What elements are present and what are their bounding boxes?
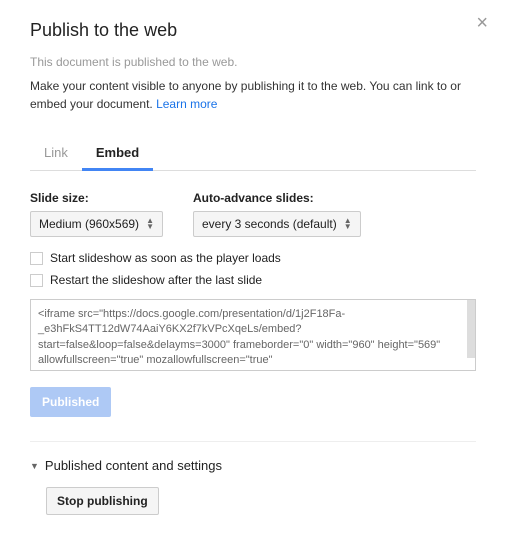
learn-more-link[interactable]: Learn more xyxy=(156,97,217,111)
expand-published-settings[interactable]: ▼ Published content and settings xyxy=(30,458,476,473)
slide-size-label: Slide size: xyxy=(30,191,163,205)
slide-size-value: Medium (960x569) xyxy=(39,217,139,231)
publish-dialog: × Publish to the web This document is pu… xyxy=(0,0,506,535)
checkbox-icon[interactable] xyxy=(30,274,43,287)
stepper-icon: ▲▼ xyxy=(344,218,352,230)
divider xyxy=(30,441,476,442)
auto-advance-value: every 3 seconds (default) xyxy=(202,217,337,231)
tab-link[interactable]: Link xyxy=(30,137,82,170)
embed-code-text: <iframe src="https://docs.google.com/pre… xyxy=(38,307,468,369)
checkbox-restart[interactable]: Restart the slideshow after the last sli… xyxy=(30,273,476,287)
slide-size-select[interactable]: Medium (960x569) ▲▼ xyxy=(30,211,163,237)
tab-embed[interactable]: Embed xyxy=(82,137,153,171)
dialog-subtitle: This document is published to the web. xyxy=(30,55,476,69)
slide-size-group: Slide size: Medium (960x569) ▲▼ xyxy=(30,191,163,237)
dialog-title: Publish to the web xyxy=(30,20,476,41)
description-text: Make your content visible to anyone by p… xyxy=(30,79,461,111)
close-icon[interactable]: × xyxy=(476,12,488,35)
tab-bar: Link Embed xyxy=(30,137,476,171)
chevron-down-icon: ▼ xyxy=(30,461,39,471)
checkbox-start-on-load[interactable]: Start slideshow as soon as the player lo… xyxy=(30,251,476,265)
expand-label: Published content and settings xyxy=(45,458,222,473)
stepper-icon: ▲▼ xyxy=(146,218,154,230)
auto-advance-group: Auto-advance slides: every 3 seconds (de… xyxy=(193,191,361,237)
auto-advance-select[interactable]: every 3 seconds (default) ▲▼ xyxy=(193,211,361,237)
checkbox-label: Start slideshow as soon as the player lo… xyxy=(50,251,281,265)
stop-publishing-button[interactable]: Stop publishing xyxy=(46,487,159,515)
embed-code-textarea[interactable]: <iframe src="https://docs.google.com/pre… xyxy=(30,299,476,371)
dialog-description: Make your content visible to anyone by p… xyxy=(30,77,476,113)
checkbox-icon[interactable] xyxy=(30,252,43,265)
checkbox-label: Restart the slideshow after the last sli… xyxy=(50,273,262,287)
published-button[interactable]: Published xyxy=(30,387,111,417)
auto-advance-label: Auto-advance slides: xyxy=(193,191,361,205)
